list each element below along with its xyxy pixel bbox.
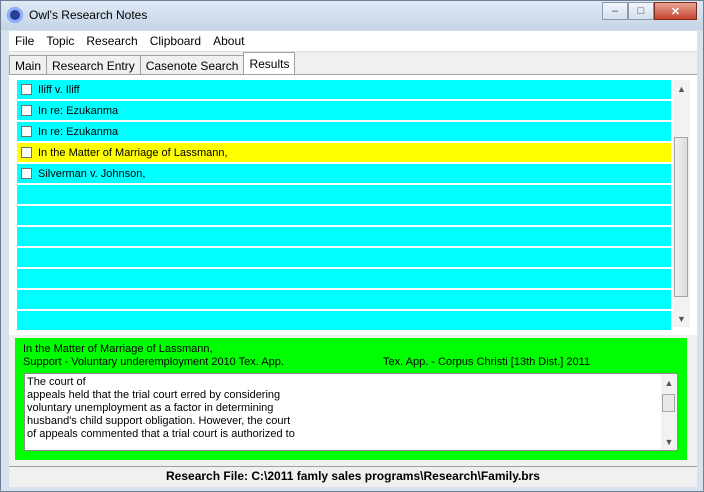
- result-row[interactable]: [17, 248, 671, 267]
- result-row[interactable]: In the Matter of Marriage of Lassmann,: [17, 143, 671, 162]
- menu-clipboard[interactable]: Clipboard: [144, 31, 207, 51]
- app-window: Owl's Research Notes – □ ✕ File Topic Re…: [0, 0, 704, 492]
- note-scroll-thumb[interactable]: [662, 394, 675, 412]
- tab-casenote-search[interactable]: Casenote Search: [139, 55, 245, 74]
- result-checkbox[interactable]: [21, 105, 32, 116]
- status-bar: Research File: C:\2011 famly sales progr…: [9, 466, 697, 487]
- window-controls: – □ ✕: [602, 2, 697, 20]
- case-note-text: The court of appeals held that the trial…: [27, 376, 295, 440]
- result-label: In re: Ezukanma: [38, 125, 119, 138]
- result-row[interactable]: Silverman v. Johnson,: [17, 164, 671, 183]
- results-scrollbar[interactable]: ▲ ▼: [673, 80, 690, 327]
- menu-bar: File Topic Research Clipboard About: [9, 31, 697, 52]
- result-row[interactable]: [17, 185, 671, 204]
- result-row[interactable]: [17, 206, 671, 225]
- result-row[interactable]: [17, 290, 671, 309]
- result-checkbox[interactable]: [21, 168, 32, 179]
- window-title: Owl's Research Notes: [29, 8, 148, 22]
- menu-file[interactable]: File: [9, 31, 40, 51]
- result-checkbox[interactable]: [21, 84, 32, 95]
- tab-strip: Main Research Entry Casenote Search Resu…: [9, 52, 697, 74]
- arrow-down-icon[interactable]: ▼: [673, 310, 690, 327]
- tab-results[interactable]: Results: [243, 52, 296, 74]
- client-area: File Topic Research Clipboard About Main…: [9, 31, 697, 486]
- case-info-line: Support - Voluntary underemployment 2010…: [23, 356, 673, 368]
- result-label: Silverman v. Johnson,: [38, 167, 146, 180]
- result-row[interactable]: [17, 269, 671, 288]
- arrow-up-icon[interactable]: ▲: [673, 80, 690, 97]
- case-court: Tex. App. - Corpus Christi [13th Dist.] …: [383, 356, 591, 368]
- result-label: In the Matter of Marriage of Lassmann,: [38, 146, 228, 159]
- result-row[interactable]: Iliff v. Iliff: [17, 80, 671, 99]
- case-topic: Support - Voluntary underemployment 2010…: [23, 356, 284, 368]
- result-checkbox[interactable]: [21, 147, 32, 158]
- tab-research-entry[interactable]: Research Entry: [46, 55, 141, 74]
- close-button[interactable]: ✕: [654, 2, 697, 20]
- result-label: In re: Ezukanma: [38, 104, 119, 117]
- result-row[interactable]: In re: Ezukanma: [17, 101, 671, 120]
- menu-research[interactable]: Research: [80, 31, 143, 51]
- arrow-up-icon[interactable]: ▲: [661, 374, 677, 391]
- results-panel: Iliff v. Iliff In re: Ezukanma In re: Ezuk…: [9, 74, 697, 335]
- case-name: In the Matter of Marriage of Lassmann,: [23, 343, 213, 355]
- menu-about[interactable]: About: [207, 31, 250, 51]
- result-row[interactable]: [17, 311, 671, 330]
- minimize-button[interactable]: –: [602, 2, 628, 20]
- scroll-thumb[interactable]: [674, 137, 688, 297]
- tab-main[interactable]: Main: [9, 55, 48, 74]
- case-detail-panel: In the Matter of Marriage of Lassmann, S…: [15, 338, 687, 460]
- maximize-button[interactable]: □: [628, 2, 654, 20]
- result-row[interactable]: In re: Ezukanma: [17, 122, 671, 141]
- note-scrollbar[interactable]: ▲ ▼: [661, 374, 677, 450]
- owl-icon[interactable]: [7, 7, 23, 23]
- title-bar[interactable]: Owl's Research Notes – □ ✕: [1, 1, 703, 30]
- menu-topic[interactable]: Topic: [40, 31, 80, 51]
- result-row[interactable]: [17, 227, 671, 246]
- result-label: Iliff v. Iliff: [38, 83, 80, 96]
- results-list: Iliff v. Iliff In re: Ezukanma In re: Ezuk…: [17, 80, 671, 332]
- case-note-textarea[interactable]: The court of appeals held that the trial…: [24, 373, 678, 451]
- arrow-down-icon[interactable]: ▼: [661, 433, 677, 450]
- result-checkbox[interactable]: [21, 126, 32, 137]
